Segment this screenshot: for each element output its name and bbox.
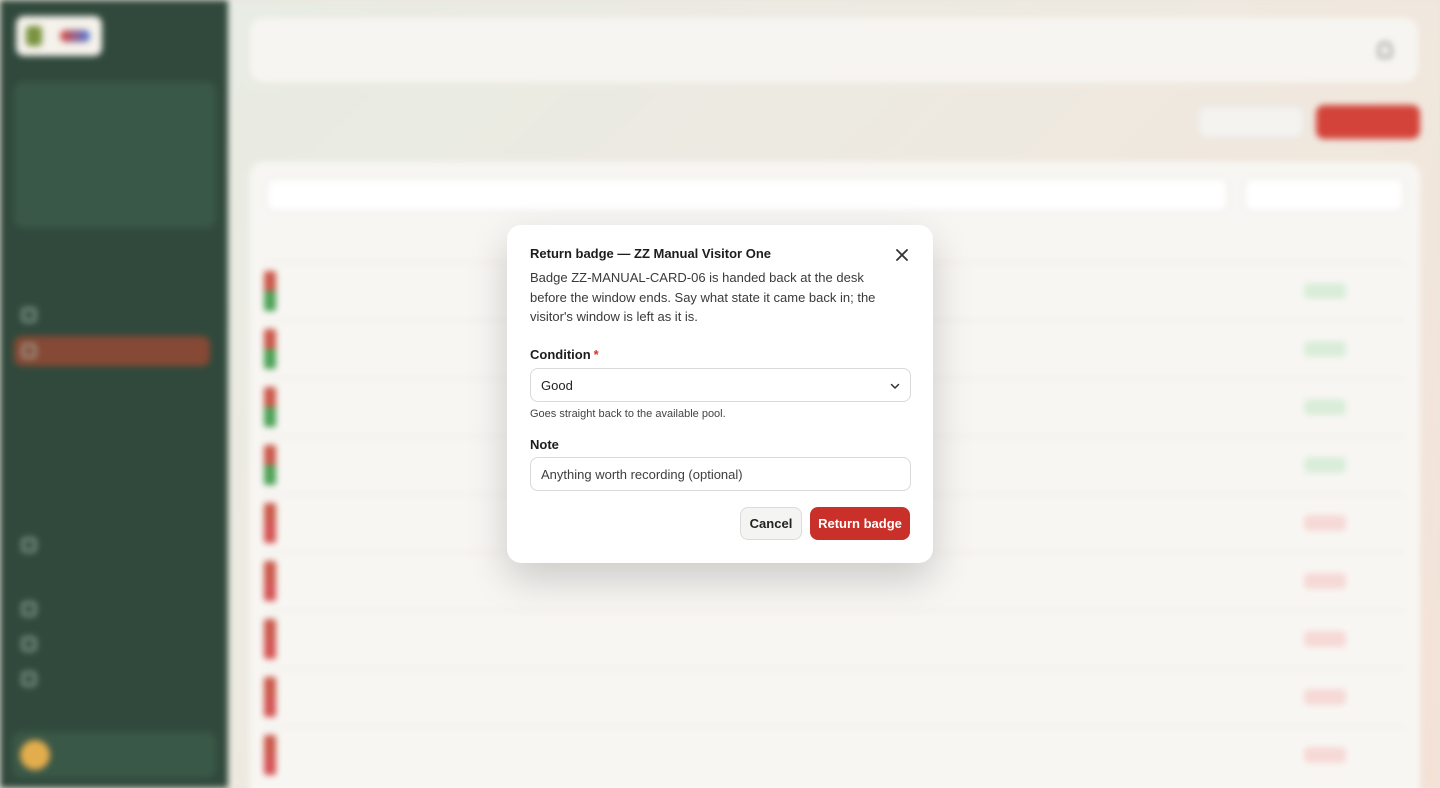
condition-label: Condition * [530,347,599,362]
condition-select[interactable]: Good [530,368,911,402]
condition-select-value: Good [541,378,573,393]
condition-hint: Goes straight back to the available pool… [530,408,726,420]
note-label: Note [530,437,559,452]
chevron-down-icon [890,383,900,389]
dialog-description: Badge ZZ-MANUAL-CARD-06 is handed back a… [530,270,876,324]
close-icon[interactable] [891,244,913,266]
return-badge-dialog: Return badge — ZZ Manual Visitor One Bad… [507,225,933,563]
dialog-title: Return badge — ZZ Manual Visitor One [530,246,772,261]
required-asterisk: * [593,347,599,362]
return-badge-button[interactable]: Return badge [810,507,910,540]
note-input[interactable] [530,457,911,491]
condition-label-text: Condition [530,347,591,362]
cancel-button[interactable]: Cancel [740,507,802,540]
